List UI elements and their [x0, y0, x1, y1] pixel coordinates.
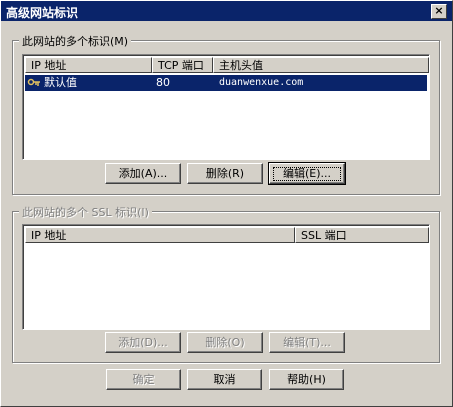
add-identity-label: 添加(A)... [118, 167, 168, 180]
identity-host-cell: duanwenxue.com [219, 77, 304, 88]
close-button[interactable]: × [431, 4, 447, 19]
add-ssl-button[interactable]: 添加(D)... [105, 332, 181, 353]
ssl-group-label: 此网站的多个 SSL 标识(I) [19, 204, 152, 220]
add-ssl-label: 添加(D)... [118, 336, 168, 349]
identities-list[interactable]: IP 地址 TCP 端口 主机头值 默认值 80 duanwenxue.com [22, 54, 430, 160]
remove-ssl-button[interactable]: 删除(O) [187, 332, 263, 353]
edit-ssl-label: 编辑(T)... [283, 336, 331, 349]
edit-ssl-button[interactable]: 编辑(T)... [269, 332, 345, 353]
column-ssl-ip-address[interactable]: IP 地址 [25, 227, 295, 243]
identities-group-label: 此网站的多个标识(M) [19, 33, 132, 49]
title-bar[interactable]: 高级网站标识 × [1, 1, 452, 21]
help-label: 帮助(H) [287, 373, 326, 386]
add-identity-button[interactable]: 添加(A)... [105, 163, 181, 184]
column-ip-address[interactable]: IP 地址 [25, 57, 152, 73]
remove-identity-button[interactable]: 删除(R) [187, 163, 263, 184]
edit-identity-label: 编辑(E)... [282, 167, 332, 180]
column-ssl-port[interactable]: SSL 端口 [295, 227, 429, 243]
advanced-website-identification-dialog: 高级网站标识 × 此网站的多个标识(M) IP 地址 TCP 端口 主机头值 默… [0, 0, 453, 407]
identity-port-cell: 80 [156, 76, 170, 89]
cancel-button[interactable]: 取消 [187, 369, 262, 390]
ok-button[interactable]: 确定 [106, 369, 181, 390]
column-tcp-port[interactable]: TCP 端口 [152, 57, 213, 73]
key-icon [27, 78, 40, 86]
remove-identity-label: 删除(R) [205, 167, 245, 180]
edit-focus-rect: 编辑(E)... [273, 167, 341, 181]
identity-ip-text: 默认值 [44, 76, 77, 89]
identity-row[interactable]: 默认值 80 duanwenxue.com [25, 75, 427, 91]
ok-label: 确定 [132, 373, 155, 386]
identities-list-header: IP 地址 TCP 端口 主机头值 [25, 57, 429, 73]
close-icon: × [434, 4, 444, 17]
window-title: 高级网站标识 [6, 6, 79, 20]
cancel-label: 取消 [213, 373, 236, 386]
help-button[interactable]: 帮助(H) [269, 369, 344, 390]
ssl-identities-list[interactable]: IP 地址 SSL 端口 [22, 224, 430, 330]
ssl-list-header: IP 地址 SSL 端口 [25, 227, 429, 243]
identity-ip-cell: 默认值 [27, 75, 77, 91]
remove-ssl-label: 删除(O) [205, 336, 245, 349]
edit-identity-button[interactable]: 编辑(E)... [268, 162, 346, 185]
column-host-header[interactable]: 主机头值 [213, 57, 429, 73]
